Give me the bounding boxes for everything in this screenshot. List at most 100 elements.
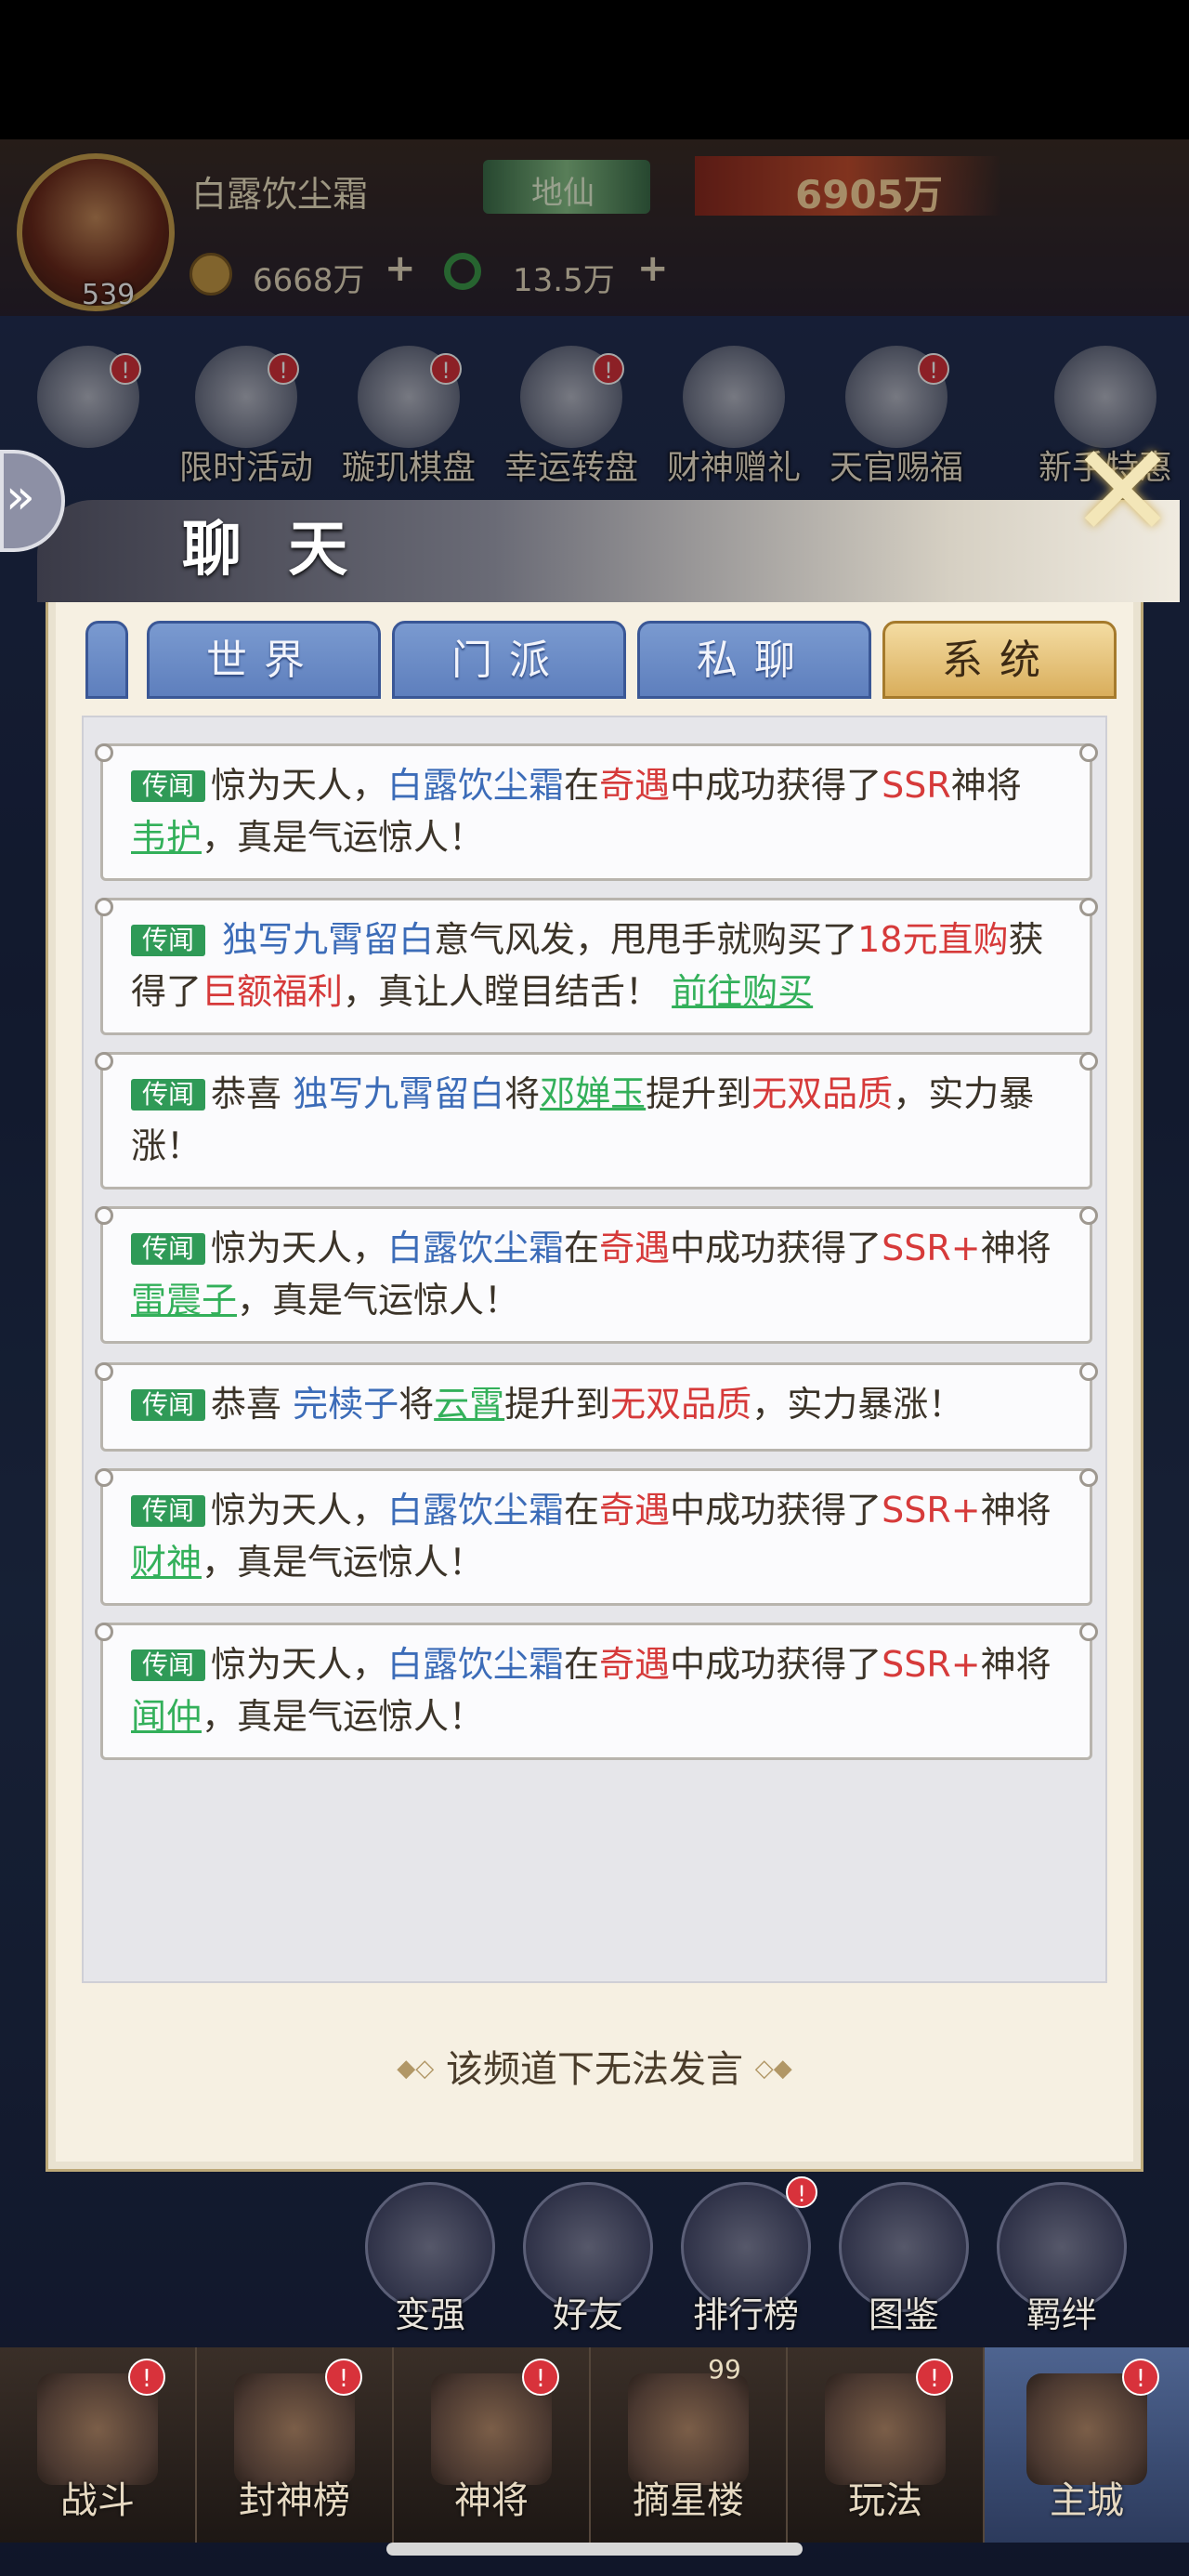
- link-text[interactable]: 邓婵玉: [540, 1073, 646, 1114]
- status-bar-area: [0, 0, 1189, 139]
- link-text[interactable]: 闻仲: [131, 1696, 202, 1737]
- activity-caishen[interactable]: 财神赠礼: [655, 346, 813, 489]
- chat-message: 传闻 独写九霄留白意气风发，甩甩手就购买了18元直购获得了巨额福利，真让人瞠目结…: [95, 898, 1098, 1035]
- tab-private[interactable]: 私聊: [637, 621, 871, 699]
- chat-message: 传闻 惊为天人，白露饮尘霜在奇遇中成功获得了SSR+神将财神，真是气运惊人！: [95, 1468, 1098, 1606]
- add-coins-button[interactable]: +: [385, 247, 416, 290]
- msg-text: 神将: [980, 1490, 1052, 1531]
- action-bonds[interactable]: 羁绊: [983, 2182, 1141, 2337]
- notification-badge: !: [916, 2359, 953, 2396]
- ornament-left: ◆◇: [397, 2055, 435, 2083]
- player-name-link[interactable]: 白露饮尘霜: [387, 1644, 564, 1685]
- nav-generals[interactable]: 神将 !: [394, 2347, 591, 2543]
- activity-chessboard[interactable]: 璇玑棋盘 !: [330, 346, 488, 489]
- rumor-tag: 传闻: [131, 1649, 206, 1681]
- link-text[interactable]: 云霄: [434, 1384, 504, 1425]
- msg-text: 提升到: [646, 1073, 752, 1114]
- msg-text: 惊为天人，: [211, 765, 388, 806]
- count-badge: 99: [708, 2354, 741, 2385]
- nav-star-tower[interactable]: 摘星楼 99: [591, 2347, 788, 2543]
- link-text[interactable]: 雷震子: [131, 1280, 237, 1321]
- notification-badge: !: [430, 353, 462, 385]
- msg-text: 将: [399, 1384, 435, 1425]
- msg-text: 在: [564, 765, 600, 806]
- activity-wheel[interactable]: 幸运转盘 !: [492, 346, 650, 489]
- link-text[interactable]: 韦护: [131, 817, 202, 858]
- highlight-text: 巨额福利: [202, 971, 344, 1012]
- action-codex[interactable]: 图鉴: [825, 2182, 983, 2337]
- player-name-link[interactable]: 独写九霄留白: [293, 1073, 504, 1114]
- nav-label: 摘星楼: [633, 2479, 744, 2522]
- nav-label: 封神榜: [239, 2479, 350, 2522]
- highlight-text: 18元直购: [857, 919, 1009, 960]
- action-ranking[interactable]: 排行榜 !: [667, 2176, 825, 2337]
- player-name-link[interactable]: 完椟子: [293, 1384, 399, 1425]
- jade-icon: [444, 253, 481, 290]
- channel-notice: ◆◇ 该频道下无法发言 ◇◆: [0, 2039, 1189, 2093]
- tower-icon: [628, 2373, 749, 2485]
- action-label: 图鉴: [868, 2294, 939, 2335]
- chat-message: 传闻 恭喜 独写九霄留白将邓婵玉提升到无双品质，实力暴涨！: [95, 1052, 1098, 1189]
- nav-label: 主城: [1050, 2479, 1124, 2522]
- highlight-text: 奇遇: [599, 1644, 671, 1685]
- action-label: 变强: [394, 2294, 465, 2335]
- msg-text: 惊为天人，: [211, 1228, 388, 1268]
- player-name-link[interactable]: 独写九霄留白: [211, 919, 434, 960]
- msg-text: ，真是气运惊人！: [202, 1696, 485, 1737]
- action-label: 羁绊: [1026, 2294, 1097, 2335]
- highlight-text: SSR+: [882, 1228, 981, 1268]
- chat-message: 传闻 惊为天人，白露饮尘霜在奇遇中成功获得了SSR+神将闻仲，真是气运惊人！: [95, 1623, 1098, 1760]
- rumor-tag: 传闻: [131, 1389, 206, 1421]
- nav-label: 玩法: [848, 2479, 922, 2522]
- rumor-tag: 传闻: [131, 1233, 206, 1265]
- player-name-link[interactable]: 白露饮尘霜: [387, 1228, 564, 1268]
- nav-fengshen[interactable]: 封神榜 !: [197, 2347, 394, 2543]
- action-friends[interactable]: 好友: [509, 2182, 667, 2337]
- activity-daily[interactable]: !: [9, 346, 167, 448]
- add-jade-button[interactable]: +: [637, 247, 669, 290]
- home-indicator[interactable]: [386, 2543, 803, 2556]
- tab-sect[interactable]: 门派: [392, 621, 626, 699]
- tab-system[interactable]: 系统: [882, 621, 1117, 699]
- msg-text: ，真让人瞠目结舌！: [343, 971, 673, 1012]
- activity-tianguan[interactable]: 天官赐福 !: [817, 346, 975, 489]
- activity-limited[interactable]: 限时活动 !: [167, 346, 325, 489]
- notification-badge: !: [325, 2359, 362, 2396]
- notification-badge: !: [1122, 2359, 1159, 2396]
- msg-text: 神将: [950, 765, 1022, 806]
- highlight-text: SSR+: [882, 1644, 981, 1685]
- notification-badge: !: [268, 353, 299, 385]
- rumor-tag: 传闻: [131, 1495, 206, 1527]
- msg-text: ，真是气运惊人！: [237, 1280, 520, 1321]
- player-name-link[interactable]: 白露饮尘霜: [387, 765, 564, 806]
- action-label: 排行榜: [692, 2294, 799, 2335]
- msg-text: 在: [564, 1228, 600, 1268]
- msg-text: ，实力暴涨！: [751, 1384, 964, 1425]
- highlight-text: SSR: [882, 765, 951, 806]
- coin-icon: [189, 253, 232, 296]
- rumor-tag: 传闻: [131, 925, 206, 956]
- link-text[interactable]: 前往购买: [672, 971, 813, 1012]
- chat-title: 聊 天: [182, 516, 361, 585]
- action-strengthen[interactable]: 变强: [351, 2182, 509, 2337]
- player-name-link[interactable]: 白露饮尘霜: [387, 1490, 564, 1531]
- notification-badge: !: [593, 353, 624, 385]
- notification-badge: !: [918, 353, 949, 385]
- msg-text: 神将: [980, 1228, 1052, 1268]
- msg-text: 恭喜: [211, 1073, 294, 1114]
- msg-text: 恭喜: [211, 1384, 294, 1425]
- chevron-right-icon: »: [6, 469, 35, 525]
- nav-main-city[interactable]: 主城 !: [985, 2347, 1189, 2543]
- link-text[interactable]: 财神: [131, 1542, 202, 1583]
- nav-battle[interactable]: 战斗 !: [0, 2347, 197, 2543]
- tab-world[interactable]: 世界: [147, 621, 381, 699]
- msg-text: 中成功获得了: [670, 1644, 882, 1685]
- nav-gameplay[interactable]: 玩法 !: [788, 2347, 985, 2543]
- gold-ingot-icon: [683, 346, 785, 448]
- msg-text: 惊为天人，: [211, 1644, 388, 1685]
- tab-scroll-stub[interactable]: [85, 621, 128, 699]
- chat-tabs: 世界 门派 私聊 系统: [85, 621, 1117, 699]
- player-level: 539: [82, 279, 136, 311]
- close-icon[interactable]: ✕: [1068, 427, 1177, 558]
- chat-message: 传闻 惊为天人，白露饮尘霜在奇遇中成功获得了SSR神将韦护，真是气运惊人！: [95, 743, 1098, 881]
